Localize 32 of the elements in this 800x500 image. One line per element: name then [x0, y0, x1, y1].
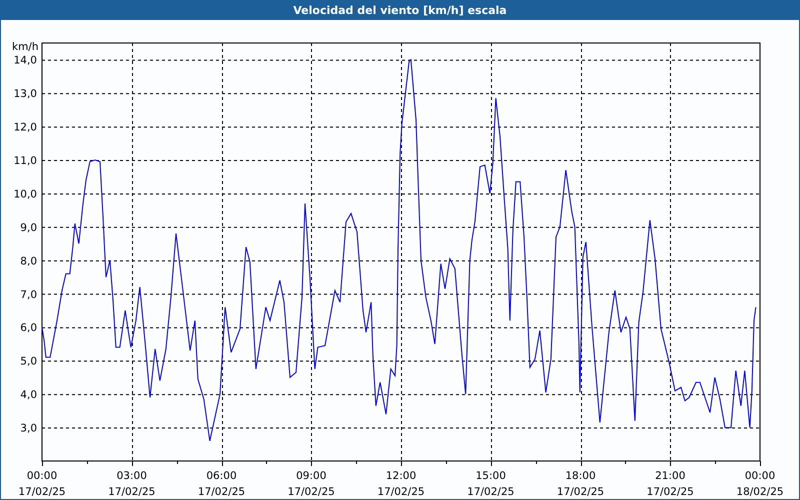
y-tick-label: 12,0 — [14, 122, 37, 134]
date-label: 17/02/25 — [288, 486, 335, 498]
y-tick-label: 7,0 — [20, 288, 37, 301]
x-tick-label: 03:00 — [116, 470, 147, 482]
y-tick-label: 14,0 — [14, 54, 37, 67]
y-tick-label: 8,0 — [20, 255, 37, 268]
x-tick-label: 00:00 — [26, 470, 58, 482]
date-label: 17/02/25 — [108, 486, 156, 498]
y-tick-label: 11,0 — [14, 155, 37, 168]
date-label: 18/02/25 — [736, 486, 784, 498]
date-label: 17/02/25 — [467, 486, 514, 498]
window-title: Velocidad del viento [km/h] escala — [293, 4, 507, 16]
y-tick-label: 5,0 — [20, 356, 37, 368]
x-tick-label: 18:00 — [565, 470, 596, 482]
y-tick-label: 4,0 — [20, 389, 37, 402]
x-tick-label: 09:00 — [296, 470, 326, 482]
date-label: 17/02/25 — [18, 486, 66, 498]
y-tick-label: 10,0 — [14, 188, 37, 200]
y-tick-label: 9,0 — [20, 222, 37, 234]
x-tick-label: 12:00 — [386, 470, 416, 482]
date-label: 17/02/25 — [198, 486, 246, 498]
x-tick-label: 15:00 — [476, 470, 506, 482]
y-tick-label: 13,0 — [14, 88, 37, 100]
x-tick-label: 21:00 — [655, 470, 686, 482]
date-label: 17/02/25 — [556, 486, 604, 498]
y-axis-unit: km/h — [12, 41, 39, 53]
y-tick-label: 6,0 — [20, 322, 37, 334]
y-tick-label: 3,0 — [20, 422, 37, 435]
date-label: 17/02/25 — [377, 486, 425, 498]
date-label: 17/02/25 — [646, 486, 694, 498]
x-tick-label: 00:00 — [744, 470, 776, 482]
x-tick-label: 06:00 — [206, 470, 237, 482]
